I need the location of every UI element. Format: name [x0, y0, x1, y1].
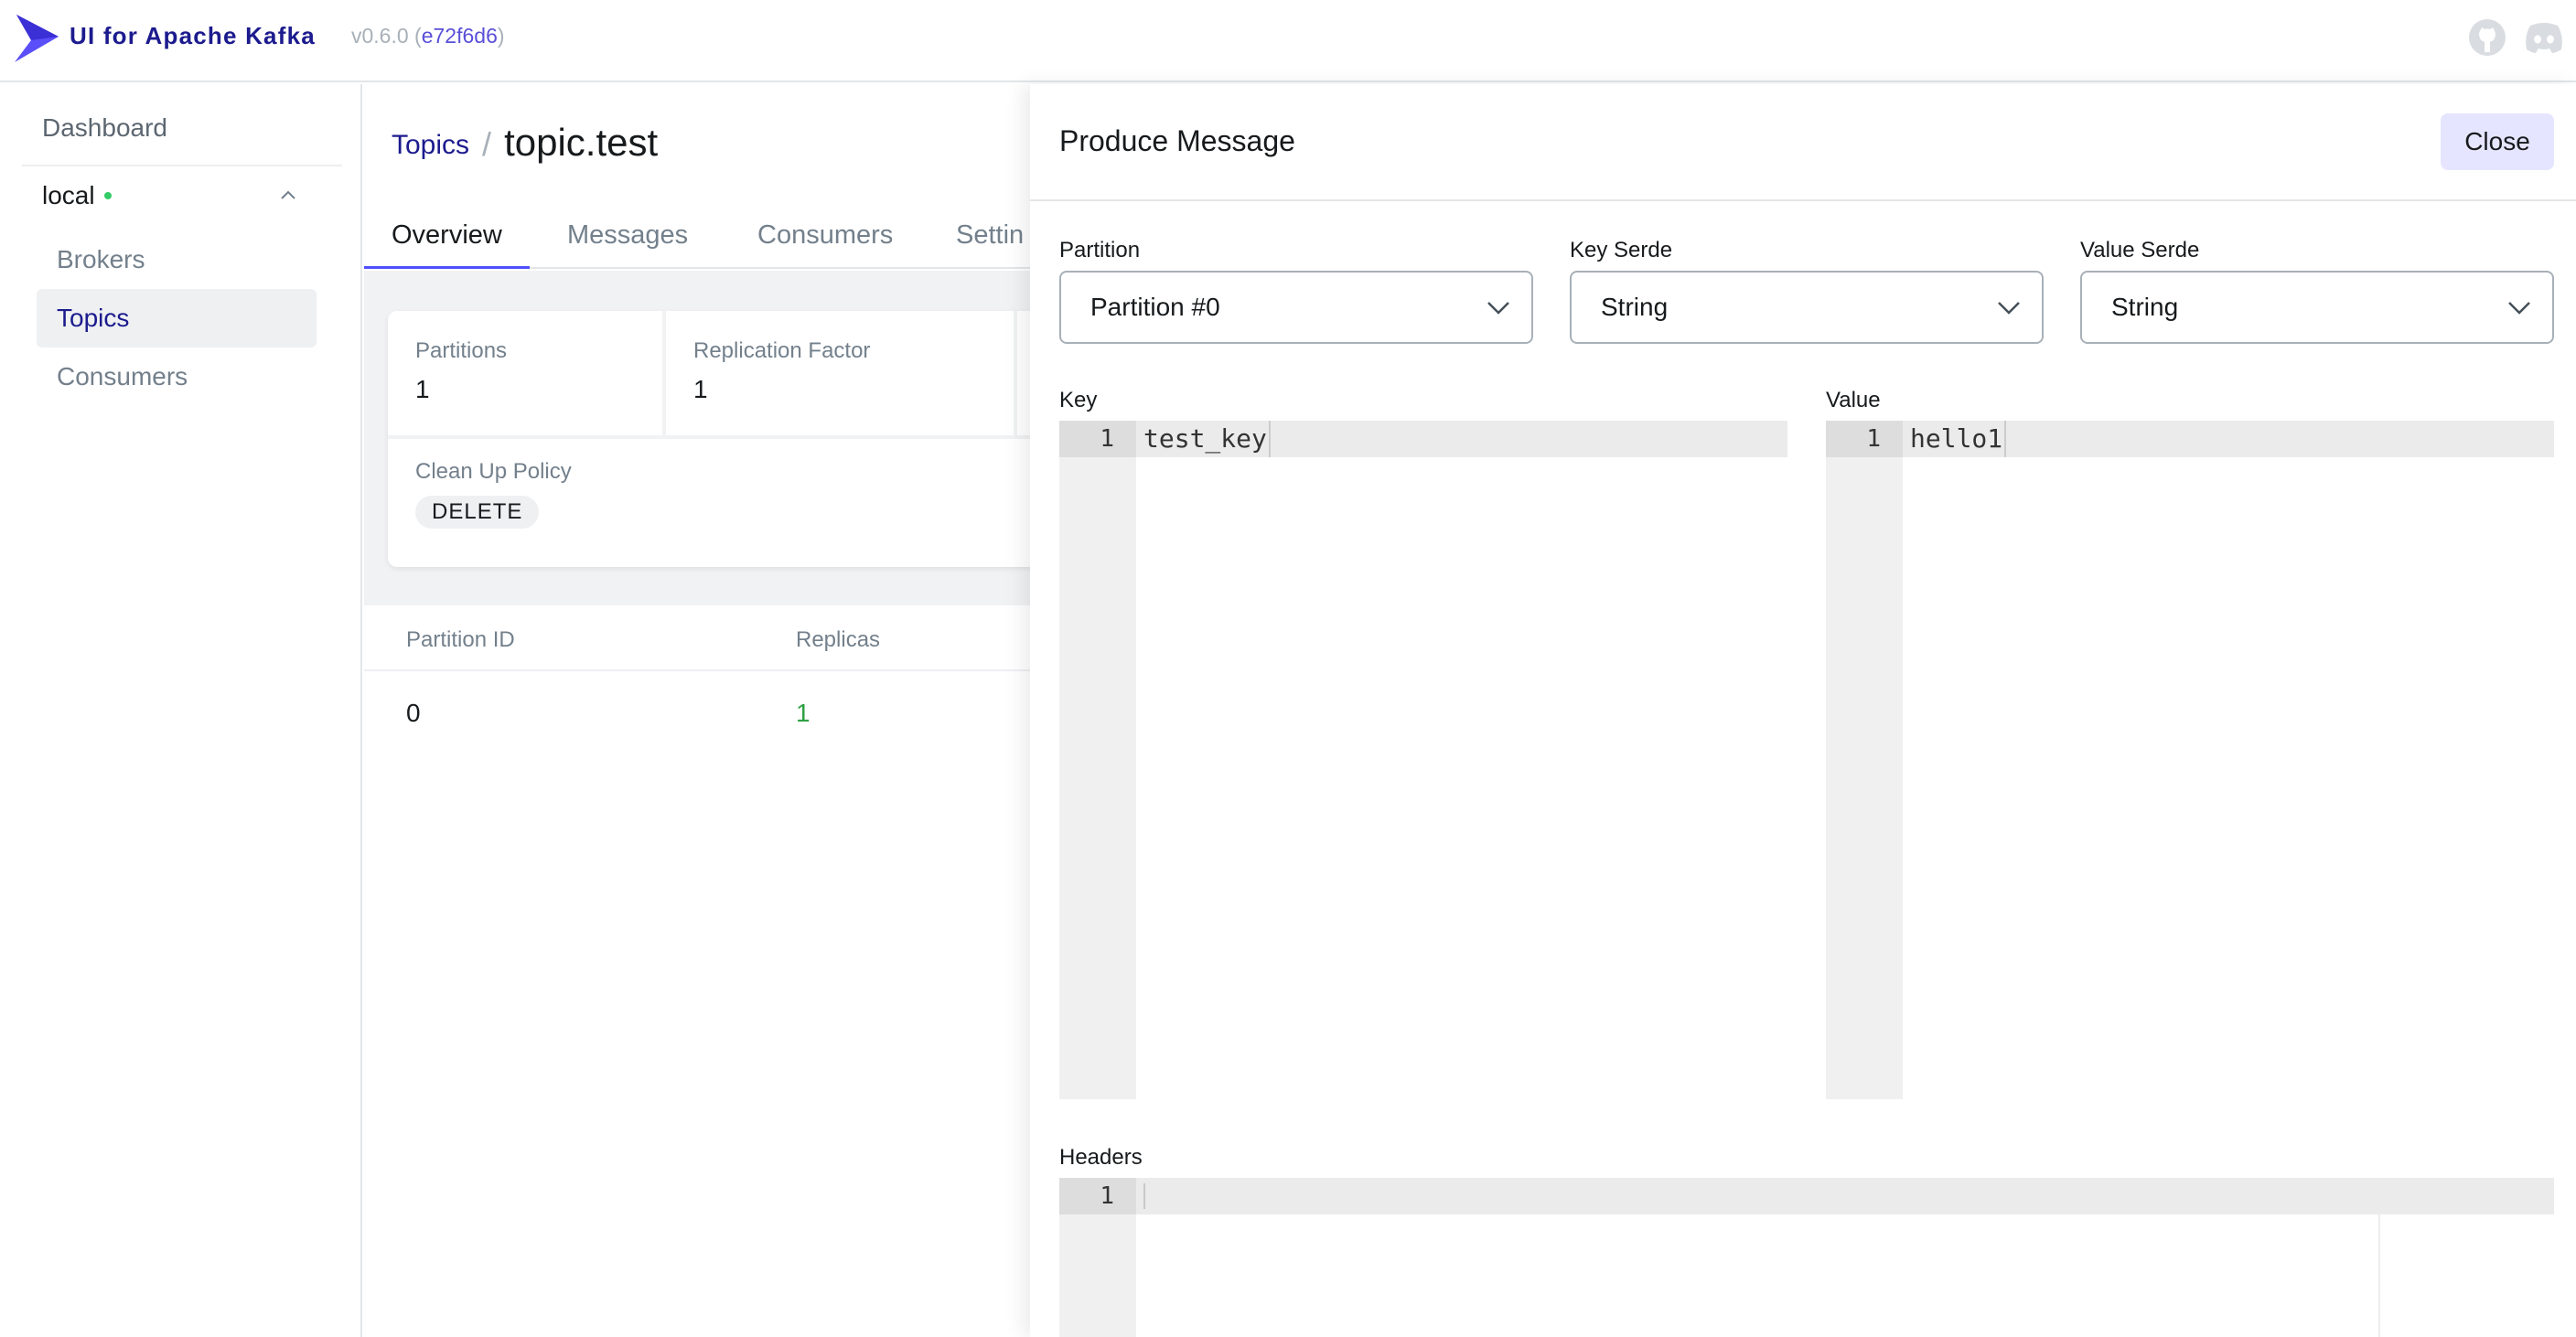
key-editor[interactable]: 1 test_key	[1059, 421, 1787, 1099]
key-label: Key	[1059, 388, 1098, 412]
metric-row-divider	[388, 435, 1032, 439]
value-editor-line-number: 1	[1826, 421, 1903, 457]
topic-tabs: Overview Messages Consumers Settin	[364, 214, 1032, 269]
cell-replicas: 1	[796, 699, 810, 727]
tab-settings[interactable]: Settin	[928, 214, 1032, 269]
metric-value: 1	[693, 375, 708, 403]
metric-label: Clean Up Policy	[415, 459, 572, 484]
key-serde-label: Key Serde	[1570, 238, 1673, 262]
app-brand[interactable]: UI for Apache Kafka	[70, 22, 316, 50]
metric-divider	[1014, 311, 1017, 437]
sidebar-item-topics[interactable]: Topics	[37, 289, 317, 348]
headers-editor-print-margin	[2378, 1214, 2380, 1337]
sidebar-item-brokers[interactable]: Brokers	[37, 230, 317, 289]
key-serde-select-value: String	[1601, 293, 1669, 321]
app-version: v0.6.0 (e72f6d6)	[351, 24, 505, 48]
chevron-down-icon	[1998, 302, 2020, 315]
sidebar-item-consumers[interactable]: Consumers	[37, 348, 317, 406]
chevron-up-icon[interactable]	[276, 187, 300, 203]
breadcrumb: Topics / topic.test	[392, 121, 658, 166]
produce-message-drawer: Produce Message Close Partition Partitio…	[1030, 84, 2576, 1337]
breadcrumb-separator: /	[482, 125, 492, 163]
breadcrumb-topics-link[interactable]: Topics	[392, 130, 469, 160]
value-editor-text[interactable]: hello1	[1910, 421, 2007, 457]
tab-messages[interactable]: Messages	[540, 214, 715, 269]
top-navbar: UI for Apache Kafka v0.6.0 (e72f6d6)	[0, 0, 2576, 82]
metric-replication-factor: Replication Factor 1	[666, 311, 870, 437]
topic-overview: Topics / topic.test Overview Messages Cons…	[364, 84, 1032, 1337]
tab-consumers[interactable]: Consumers	[730, 214, 920, 269]
value-serde-select[interactable]: String	[2080, 271, 2554, 344]
value-label: Value	[1826, 388, 1881, 412]
sidebar-divider	[22, 165, 342, 166]
headers-label: Headers	[1059, 1145, 1143, 1170]
chevron-down-icon	[2508, 302, 2530, 315]
drawer-title: Produce Message	[1059, 124, 1295, 157]
value-serde-select-value: String	[2111, 293, 2179, 321]
key-editor-line-number: 1	[1059, 421, 1136, 457]
partition-label: Partition	[1059, 238, 1141, 262]
headers-editor-line-number: 1	[1059, 1178, 1136, 1214]
sidebar-cluster-local[interactable]: local	[42, 181, 112, 210]
value-editor[interactable]: 1 hello1	[1826, 421, 2554, 1099]
metric-partitions: Partitions 1	[388, 311, 507, 437]
value-serde-label: Value Serde	[2080, 238, 2200, 262]
cleanup-policy-badge: DELETE	[415, 496, 540, 529]
headers-editor-cursor	[1143, 1183, 1145, 1209]
sidebar: Dashboard local Brokers Topics Consumers	[0, 84, 362, 1337]
partition-select-value: Partition #0	[1090, 293, 1220, 321]
column-header-replicas[interactable]: Replicas	[796, 627, 880, 653]
metrics-card: Partitions 1 Replication Factor 1 Clean …	[388, 311, 1032, 567]
commit-hash-link[interactable]: e72f6d6	[422, 24, 498, 48]
partition-select[interactable]: Partition #0	[1059, 271, 1533, 344]
kafka-logo-icon[interactable]	[13, 13, 60, 64]
cluster-status-dot	[103, 191, 112, 199]
metric-label: Partitions	[415, 338, 508, 363]
partitions-table-header: Partition ID Replicas	[364, 605, 1032, 671]
close-button[interactable]: Close	[2441, 113, 2554, 170]
headers-editor-active-line	[1059, 1178, 2554, 1214]
key-editor-text[interactable]: test_key	[1143, 421, 1271, 457]
github-icon[interactable]	[2468, 18, 2506, 57]
metric-label: Replication Factor	[693, 338, 871, 363]
discord-icon[interactable]	[2523, 18, 2565, 57]
cluster-name: local	[42, 181, 95, 209]
key-serde-select[interactable]: String	[1570, 271, 2044, 344]
column-header-partition-id[interactable]: Partition ID	[406, 627, 515, 653]
drawer-divider	[1030, 199, 2576, 201]
key-editor-gutter	[1059, 421, 1136, 1099]
page-title: topic.test	[504, 121, 659, 164]
cell-partition-id: 0	[406, 699, 421, 727]
metric-value: 1	[415, 375, 430, 403]
chevron-down-icon	[1487, 302, 1509, 315]
tab-overview[interactable]: Overview	[364, 214, 530, 269]
sidebar-item-dashboard[interactable]: Dashboard	[42, 113, 167, 143]
headers-editor[interactable]: 1	[1059, 1178, 2554, 1337]
value-editor-gutter	[1826, 421, 1903, 1099]
metric-cleanup-policy: Clean Up Policy DELETE	[415, 459, 572, 529]
